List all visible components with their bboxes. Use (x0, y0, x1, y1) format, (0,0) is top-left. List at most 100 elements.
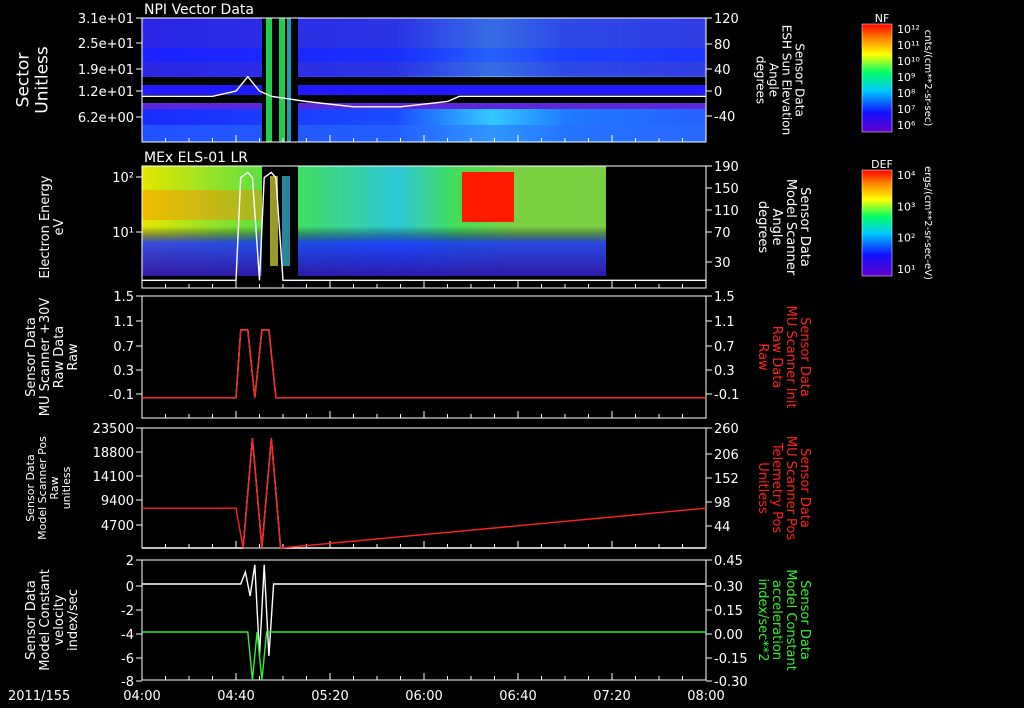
panel-2-frame (141, 295, 707, 419)
panel-4-ylabel-right-line: Sensor Data (797, 580, 812, 660)
panel-4-ylabel-line: Sensor Data (24, 580, 39, 660)
panel-4-ytick-right-label: 0.00 (714, 628, 743, 643)
panel-0-ylabel-line: Sector (14, 53, 34, 108)
panel-4-ytick-right-label: -0.15 (714, 652, 748, 667)
panel-1-ytick-label: 10² (112, 171, 134, 186)
panel-2-ylabel-line: Raw Data (52, 326, 67, 389)
panel-0-ylabel-right-line: degrees (754, 56, 768, 104)
panel-2-ylabel-right-line: MU Scanner Init (783, 306, 798, 409)
panel-3-ytick-label: 9400 (101, 494, 134, 509)
panel-4-ylabel-right: Sensor DataModel Constantaccelerationind… (755, 569, 812, 671)
panel-0-ylabel-right: Sensor DataESH Sun ElevationAngledegrees (754, 25, 807, 135)
panel-2-ytick-label: 1.5 (113, 290, 134, 305)
panel-2-series-0 (142, 329, 706, 399)
panel-0-ytick-right-label: 80 (714, 38, 731, 53)
panel-1-colorbar-name: DEF (871, 158, 893, 171)
panel-1-colorbar-tick: 10⁴ (897, 169, 916, 182)
panel-0-colorbar-tick: 10⁷ (897, 103, 915, 116)
panel-3-ylabel: Sensor DataModel Scanner PosRawunitless (24, 436, 73, 540)
panel-4-ytick-label: -4 (121, 628, 134, 643)
panel-1-ytick-right-label: 110 (714, 204, 739, 219)
panel-2-ytick-right-label: 0.7 (714, 340, 735, 355)
panel-3-ytick-right-label: 206 (714, 448, 739, 463)
panel-2-ylabel-right-line: Sensor Data (797, 317, 812, 397)
panel-0-ytick-right-label: 40 (714, 63, 731, 78)
panel-2-ytick-right-label: 1.1 (714, 315, 735, 330)
panel-4-ytick-label: -2 (121, 604, 134, 619)
npi-spectrogram (142, 18, 706, 142)
x-tick-label: 05:20 (311, 689, 348, 704)
panel-1-ytick-right-label: 30 (714, 256, 731, 271)
panel-1-ytick-right-label: 150 (714, 182, 739, 197)
panel-3-ytick-label: 4700 (101, 519, 134, 534)
panel-0-ylabel-right-line: ESH Sun Elevation (780, 25, 794, 135)
panel-4-ytick-label: 0 (126, 580, 134, 595)
panel-4-ytick-label: -8 (121, 675, 134, 690)
panel-1-ytick-right-label: 190 (714, 160, 739, 175)
panel-0-colorbar-label: cnts/(cm**2-sr-sec) (922, 30, 933, 127)
panel-3-ylabel-right-line: Unitless (755, 462, 770, 514)
panel-4-ylabel-line: velocity (52, 594, 67, 645)
panel-0-ytick-label: 3.1e+01 (78, 12, 134, 27)
panel-1-colorbar-tick: 10³ (897, 200, 915, 213)
els-spectrogram (142, 166, 606, 276)
panel-3-frame (141, 427, 707, 549)
panel-1-ytick-right-label: 70 (714, 226, 731, 241)
panel-3-ylabel-right-line: MU Scanner Pos (783, 436, 798, 541)
panel-2-ylabel-line: Sensor Data (24, 317, 39, 397)
panel-1-ylabel-right-line: Model Scanner (783, 179, 798, 276)
panel-1-ylabel-line: eV (52, 218, 67, 235)
panel-1-ylabel-right-line: Sensor Data (797, 187, 812, 267)
panel-1-colorbar-label: ergs/(cm**2-sr-sec-eV) (922, 166, 933, 280)
panel-4-ylabel-right-line: index/sec**2 (755, 578, 770, 661)
panel-1-title: MEx ELS-01 LR (144, 150, 248, 166)
panel-4-frame (141, 559, 707, 681)
panel-1-colorbar-tick: 10² (897, 232, 915, 245)
panel-2-ylabel: Sensor DataMU Scanner +30VRaw DataRaw (24, 298, 81, 417)
panel-2-ytick-right-label: 1.5 (714, 290, 735, 305)
panel-1-ytick-label: 10¹ (112, 226, 134, 241)
panel-3-ylabel-line: unitless (60, 466, 73, 509)
panel-0-title: NPI Vector Data (144, 2, 254, 18)
x-tick-label: 07:20 (593, 689, 630, 704)
panel-0-colorbar-tick: 10⁸ (897, 87, 916, 100)
panel-1-ylabel-right: Sensor DataModel ScannerAngledegrees (755, 179, 812, 276)
panel-0-colorbar-name: NF (875, 12, 890, 25)
panel-4-ytick-right-label: 0.15 (714, 604, 743, 619)
panel-2-ytick-label: -0.1 (109, 388, 134, 403)
x-tick-label: 06:40 (499, 689, 536, 704)
panel-4-series-0 (142, 564, 706, 657)
panel-3-ylabel-right: Sensor DataMU Scanner PosTelemetry PosUn… (755, 436, 812, 541)
panel-2-ytick-label: 1.1 (113, 315, 134, 330)
panel-4-ytick-right-label: 0.30 (714, 580, 743, 595)
panel-3-ylabel-right-line: Sensor Data (797, 448, 812, 528)
panel-0-colorbar-tick: 10¹⁰ (897, 55, 920, 68)
panel-3-series-1 (142, 438, 707, 549)
panel-4-ytick-right-label: -0.30 (714, 675, 748, 690)
panel-3-ytick-right-label: 260 (714, 422, 739, 437)
panel-2-ytick-label: 0.3 (113, 364, 134, 379)
panel-3-ytick-right-label: 44 (714, 520, 731, 535)
panel-4-ytick-label: -6 (121, 652, 134, 667)
panel-2-series-1 (142, 329, 706, 399)
panel-3-ylabel-right-line: Telemetry Pos (769, 442, 784, 534)
panel-0-ytick-right-label: 120 (714, 12, 739, 27)
panel-3-series-0 (142, 438, 706, 549)
panel-0-ylabel: SectorUnitless (14, 46, 53, 114)
panel-3-ytick-label: 14100 (93, 470, 134, 485)
panel-2-ytick-right-label: 0.3 (714, 364, 735, 379)
panel-0-colorbar-tick: 10¹² (897, 23, 920, 36)
panel-2-ylabel-line: Raw (66, 343, 81, 371)
panel-0-colorbar-tick: 10¹¹ (897, 39, 920, 52)
panel-1-ylabel: Electron EnergyeV (38, 175, 67, 278)
panel-4-ytick-label: 2 (126, 554, 134, 569)
panel-0-ytick-right-label: -40 (714, 110, 735, 125)
panel-0-ytick-label: 6.2e+00 (78, 111, 134, 126)
panel-1-ylabel-right-line: degrees (755, 201, 770, 254)
panel-0-ylabel-right-line: Sensor Data (793, 43, 807, 117)
multi-panel-plot: NPI Vector Data 3.1e+01 2.5e+01 1.9e+01 1.2e… (8, 2, 933, 704)
panel-4-ytick-right-label: 0.45 (714, 554, 743, 569)
panel-1-ylabel-line: Electron Energy (38, 175, 53, 278)
panel-4-ylabel-line: Model Constant (38, 569, 53, 671)
panel-4-ylabel-right-line: Model Constant (783, 569, 798, 671)
